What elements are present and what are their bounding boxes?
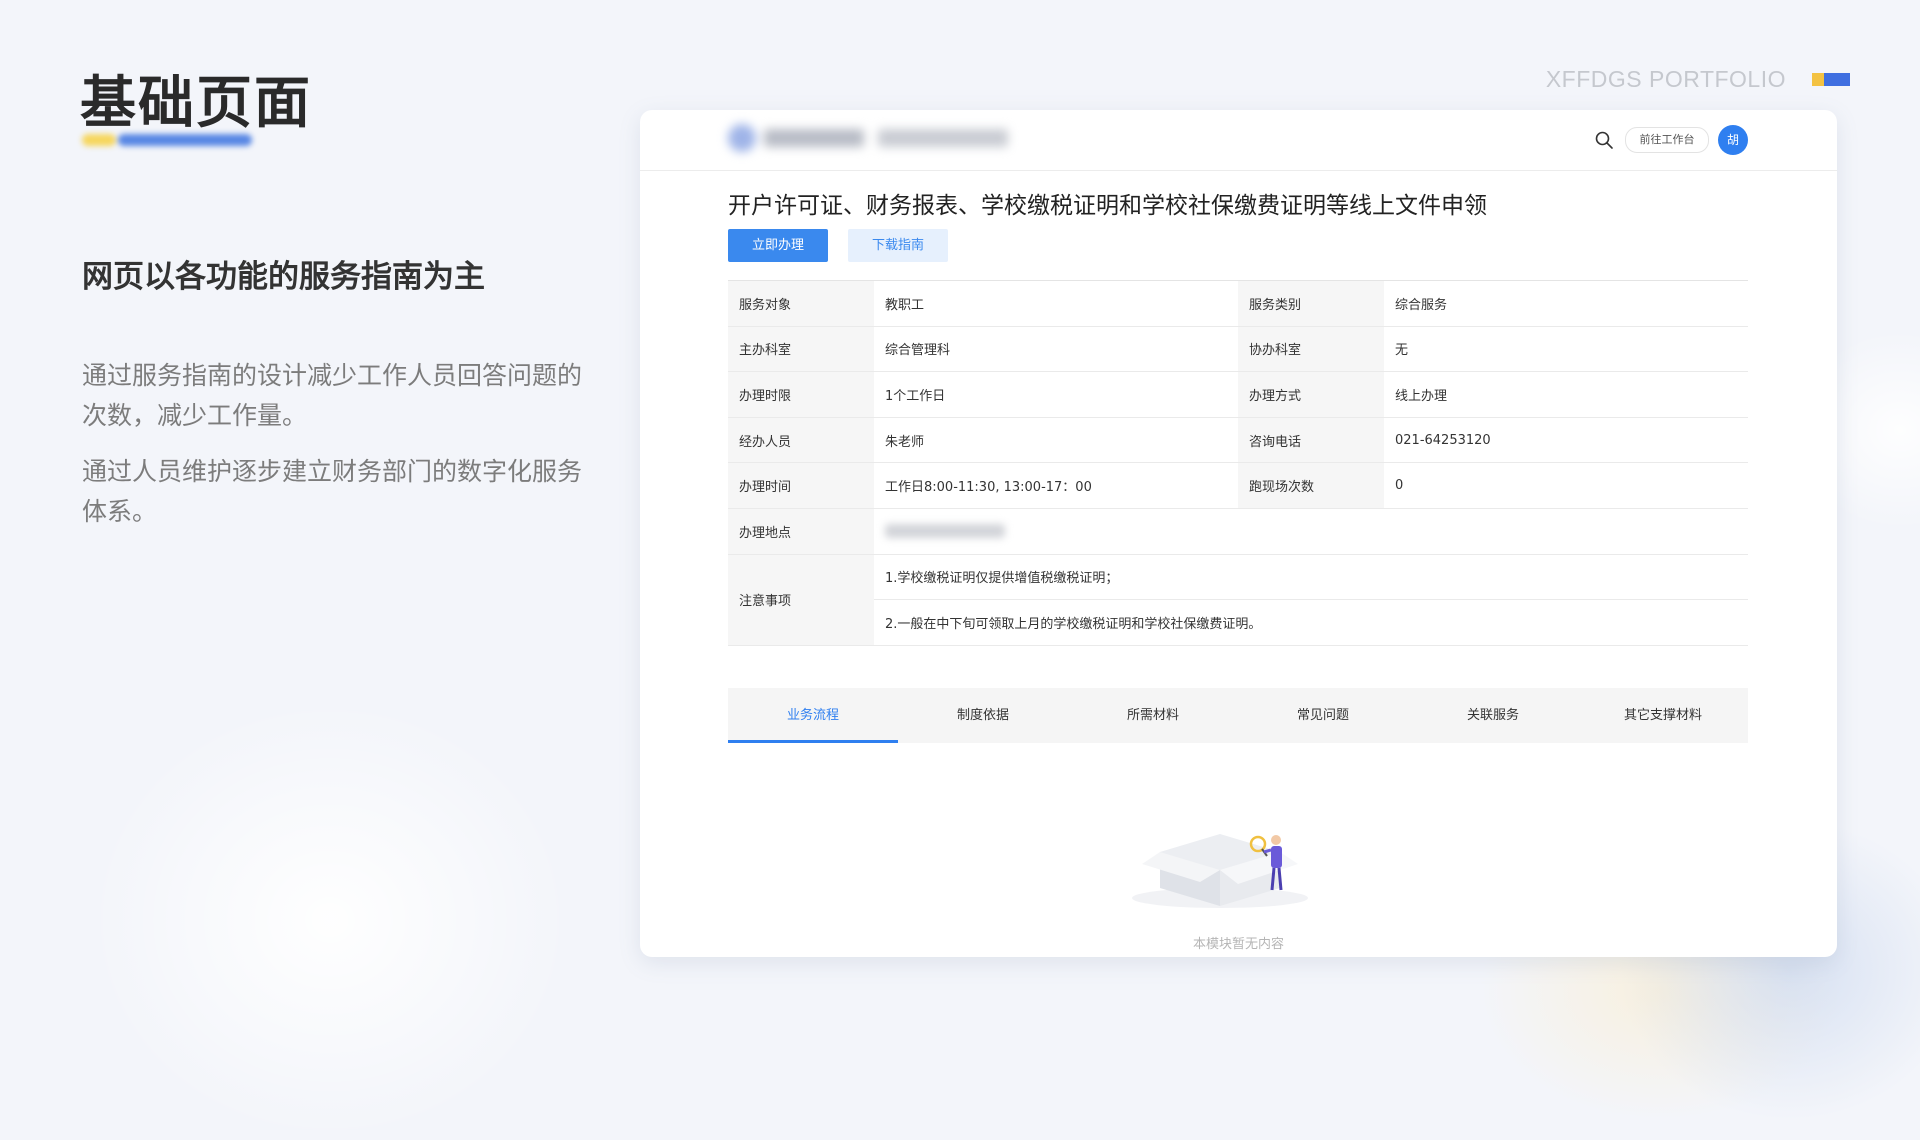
site-logo (728, 124, 1018, 152)
note-item: 2.一般在中下旬可领取上月的学校缴税证明和学校社保缴费证明。 (874, 599, 1748, 646)
table-row: 办理时限 1个工作日 办理方式 线上办理 (728, 371, 1748, 418)
info-value: 无 (1384, 325, 1748, 373)
info-value: 0 (1384, 462, 1748, 509)
go-to-workbench-button[interactable]: 前往工作台 (1625, 127, 1709, 153)
redacted-address (885, 524, 1005, 539)
slide-subtitle: 网页以各功能的服务指南为主 (82, 259, 485, 295)
table-row: 主办科室 综合管理科 协办科室 无 (728, 325, 1748, 373)
info-key: 办理方式 (1238, 371, 1384, 418)
empty-box-illustration-icon (1132, 834, 1308, 908)
info-key: 办理时间 (728, 462, 874, 509)
background-glow (90, 700, 570, 1140)
apply-now-button[interactable]: 立即办理 (728, 229, 828, 262)
search-icon[interactable] (1594, 130, 1614, 150)
page-title: 开户许可证、财务报表、学校缴税证明和学校社保缴费证明等线上文件申领 (728, 193, 1487, 219)
table-row: 办理时间 工作日8:00-11:30, 13:00-17：00 跑现场次数 0 (728, 462, 1748, 509)
table-row: 注意事项 1.学校缴税证明仅提供增值税缴税证明； (728, 553, 1748, 646)
slide-title: 基础页面 (80, 71, 312, 136)
tab-policy-basis[interactable]: 制度依据 (898, 688, 1068, 743)
site-header: 前往工作台 胡 (640, 110, 1837, 171)
tab-bar: 业务流程 制度依据 所需材料 常见问题 关联服务 其它支撑材料 (728, 688, 1748, 743)
slide-paragraph: 通过人员维护逐步建立财务部门的数字化服务体系。 (82, 457, 583, 526)
info-value: 021-64253120 (1384, 416, 1748, 464)
service-info-table: 服务对象 教职工 服务类别 综合服务 主办科室 综合管理科 协办科室 无 办理时… (728, 280, 1748, 646)
note-item: 1.学校缴税证明仅提供增值税缴税证明； (874, 553, 1748, 601)
info-value: 教职工 (874, 280, 1238, 327)
address-value (874, 507, 1748, 555)
empty-state-text: 本模块暂无内容 (1192, 937, 1284, 952)
table-row: 服务对象 教职工 服务类别 综合服务 (728, 280, 1748, 327)
info-key: 办理地点 (728, 507, 874, 555)
title-underline-decoration (82, 134, 252, 146)
info-key: 服务对象 (728, 280, 874, 327)
download-guide-button[interactable]: 下载指南 (848, 229, 948, 262)
info-value: 综合管理科 (874, 325, 1238, 373)
tab-related-services[interactable]: 关联服务 (1408, 688, 1578, 743)
table-row: 2.一般在中下旬可领取上月的学校缴税证明和学校社保缴费证明。 (728, 599, 1748, 646)
info-value: 综合服务 (1384, 280, 1748, 327)
table-row: 经办人员 朱老师 咨询电话 021-64253120 (728, 416, 1748, 464)
table-row: 办理地点 (728, 507, 1748, 555)
browser-mockup: 前往工作台 胡 开户许可证、财务报表、学校缴税证明和学校社保缴费证明等线上文件申… (640, 110, 1837, 957)
info-value: 1个工作日 (874, 371, 1238, 418)
tab-faq[interactable]: 常见问题 (1238, 688, 1408, 743)
info-key: 经办人员 (728, 416, 874, 464)
info-value: 朱老师 (874, 416, 1238, 464)
info-value: 工作日8:00-11:30, 13:00-17：00 (874, 462, 1238, 509)
portfolio-label: XFFDGS PORTFOLIO (1545, 66, 1786, 92)
info-value: 线上办理 (1384, 371, 1748, 418)
info-key: 协办科室 (1238, 325, 1384, 373)
portfolio-color-bar (1812, 73, 1850, 86)
info-key: 注意事项 (728, 553, 874, 646)
info-key: 跑现场次数 (1238, 462, 1384, 509)
slide-paragraph: 通过服务指南的设计减少工作人员回答问题的次数，减少工作量。 (82, 361, 583, 430)
tab-required-materials[interactable]: 所需材料 (1068, 688, 1238, 743)
info-key: 主办科室 (728, 325, 874, 373)
tab-business-process[interactable]: 业务流程 (728, 688, 898, 743)
info-key: 服务类别 (1238, 280, 1384, 327)
info-key: 咨询电话 (1238, 416, 1384, 464)
avatar[interactable]: 胡 (1718, 125, 1748, 155)
tab-other-materials[interactable]: 其它支撑材料 (1578, 688, 1748, 743)
info-key: 办理时限 (728, 371, 874, 418)
